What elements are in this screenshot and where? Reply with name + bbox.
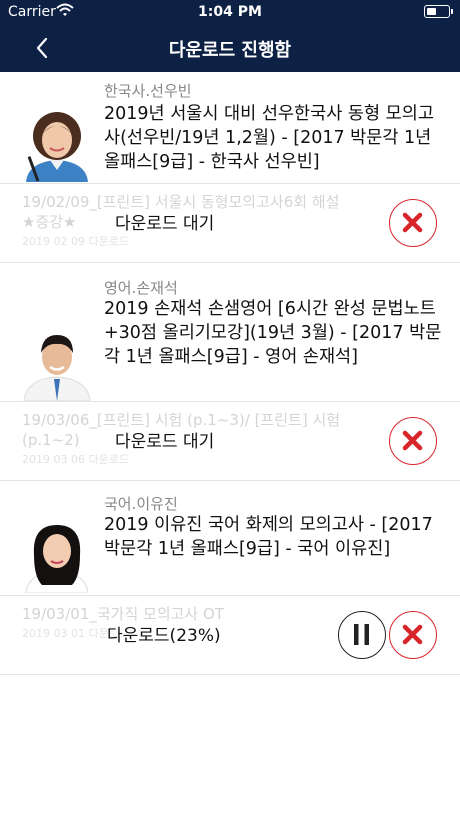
download-status: 다운로드 대기 (115, 427, 215, 452)
course-title: 2019 손재석 손샘영어 [6시간 완성 문법노트+30점 올리기모강](19… (104, 299, 442, 367)
battery-icon (424, 5, 453, 18)
close-icon (402, 212, 423, 233)
download-status: 다운로드(23%) (107, 621, 221, 646)
cancel-download-button[interactable] (389, 611, 437, 659)
pause-download-button[interactable] (338, 611, 386, 659)
clock: 1:04 PM (198, 4, 262, 20)
lecture-meta: 2019 03 06 다운로드 (22, 453, 129, 466)
course-item: 한국사.선우빈 2019년 서울시 대비 선우한국사 동형 모의고사(선우빈/1… (0, 72, 460, 265)
pause-icon (354, 624, 369, 645)
teacher-name: 한국사.선우빈 (104, 82, 192, 100)
teacher-photo (20, 104, 94, 182)
cancel-download-button[interactable] (389, 199, 437, 247)
download-row: 19/03/01_국가직 모의고사 OT 2019 03 01 다운로드 다운로… (0, 595, 460, 675)
teacher-name: 국어.이유진 (104, 495, 178, 513)
page-title: 다운로드 진행함 (168, 40, 292, 61)
download-row: 19/02/09_[프린트] 서울시 동형모의고사6회 해설 ★증강★ 2019… (0, 183, 460, 263)
cancel-download-button[interactable] (389, 417, 437, 465)
nav-bar: 다운로드 진행함 (0, 24, 460, 72)
close-icon (402, 430, 423, 451)
download-row: 19/03/06_[프린트] 시험 (p.1~3)/ [프린트] 시험 (p.1… (0, 401, 460, 481)
teacher-name: 영어.손재석 (104, 279, 178, 297)
course-item: 영어.손재석 2019 손재석 손샘영어 [6시간 완성 문법노트+30점 올리… (0, 265, 460, 481)
download-status: 다운로드 대기 (115, 209, 215, 234)
lecture-meta: 2019 02 09 다운로드 (22, 235, 129, 248)
status-bar: Carrier 1:04 PM (0, 0, 460, 24)
teacher-photo (20, 515, 94, 594)
close-icon (402, 624, 423, 645)
course-item: 국어.이유진 2019 이유진 국어 화제의 모의고사 - [2017 박문각 … (0, 481, 460, 675)
course-title: 2019 이유진 국어 화제의 모의고사 - [2017 박문각 1년 올패스[… (104, 515, 433, 559)
teacher-photo (20, 323, 94, 402)
course-title: 2019년 서울시 대비 선우한국사 동형 모의고사(선우빈/19년 1,2월)… (104, 104, 434, 172)
